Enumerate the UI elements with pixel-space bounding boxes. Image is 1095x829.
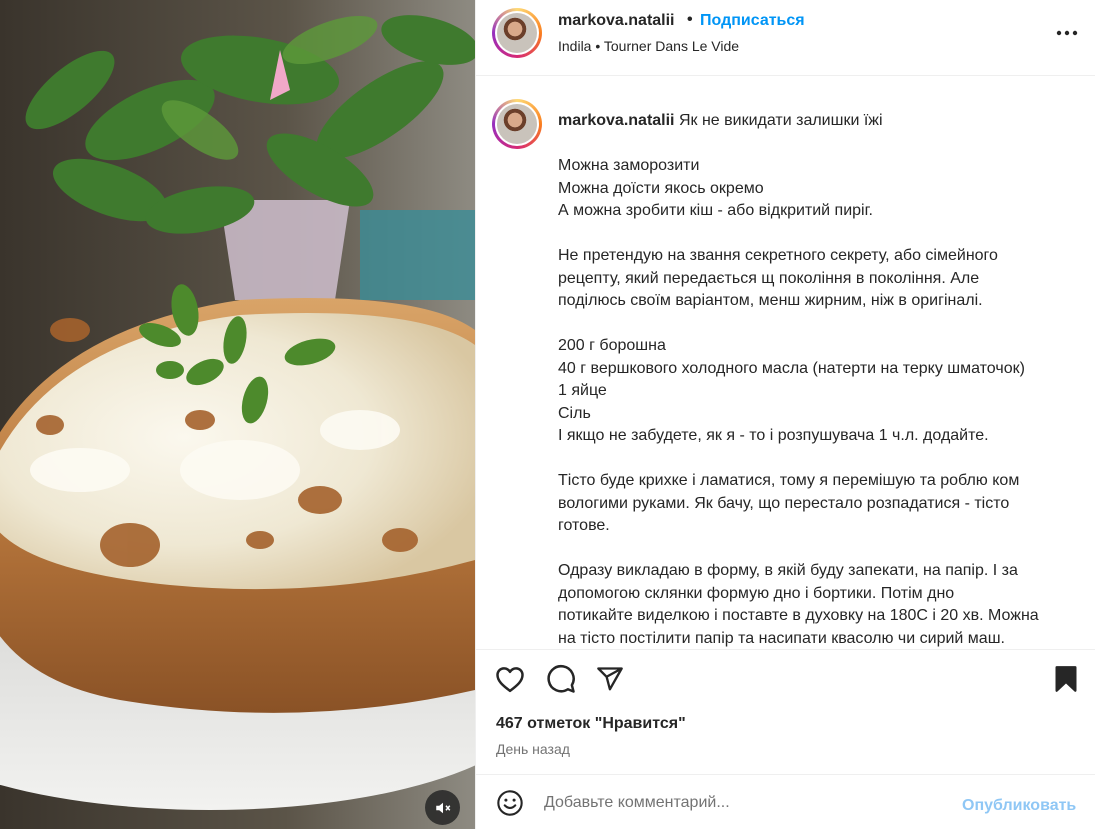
caption-line: Можна заморозити	[558, 157, 700, 174]
caption-line: А можна зробити кіш - або відкритий пирі…	[558, 202, 873, 219]
caption-line	[558, 448, 1078, 471]
caption-line: поділюсь своїм варіантом, менш жирним, н…	[558, 292, 983, 309]
post-details-panel: markova.natalii • Подписаться Indila • T…	[475, 0, 1095, 829]
caption-line: на тісто постілити папір та насипати ква…	[558, 629, 1005, 647]
post-media-video[interactable]	[0, 0, 475, 829]
caption-author-avatar[interactable]	[492, 99, 542, 149]
comment-button[interactable]	[545, 663, 577, 695]
caption-scroll-area[interactable]: markova.natalii Як не викидати залишки ї…	[476, 77, 1095, 649]
emoji-icon	[497, 790, 523, 816]
caption-line: 1 яйце	[558, 382, 607, 399]
share-icon	[597, 667, 623, 691]
caption-line: рецепту, який передається щ покоління в …	[558, 269, 980, 287]
publish-button[interactable]: Опубликовать	[962, 797, 1076, 815]
speaker-muted-icon	[435, 802, 450, 813]
like-button[interactable]	[494, 663, 526, 695]
caption-line: І якщо не забудете, як я - то і розпушув…	[558, 427, 989, 444]
caption-line: готове.	[558, 517, 610, 534]
caption-line: допомогою склянки формую дно і бортики. …	[558, 584, 955, 602]
save-button[interactable]	[1050, 663, 1082, 695]
comment-input[interactable]	[544, 789, 944, 817]
mute-button[interactable]	[425, 790, 460, 825]
caption-line: 200 г борошна	[558, 337, 666, 354]
caption-line: Можна доїсти якось окремо	[558, 179, 764, 197]
caption-line: 40 г вершкового холодного масла (натерти…	[558, 359, 1025, 377]
author-username[interactable]: markova.natalii	[558, 12, 675, 30]
caption-title: Як не викидати залишки їжі	[678, 112, 883, 129]
caption-username[interactable]: markova.natalii	[558, 112, 675, 129]
caption-line: потикайте виделкою і поставте в духовку …	[558, 607, 1039, 624]
quiche-photo	[0, 0, 475, 829]
caption-line: Тісто буде крихке і ламатися, тому я пер…	[558, 472, 1020, 489]
share-button[interactable]	[594, 663, 626, 695]
header-separator: •	[687, 11, 693, 28]
caption-line: Сіль	[558, 404, 591, 422]
comment-bar: Опубликовать	[476, 774, 1095, 829]
heart-icon	[496, 667, 524, 693]
caption-line: Одразу викладаю в форму, в якій буду зап…	[558, 562, 1018, 579]
post-caption: markova.natalii Як не викидати залишки ї…	[558, 110, 1078, 649]
post-header: markova.natalii • Подписаться Indila • T…	[476, 0, 1095, 76]
post-actions: 467 отметок "Нравится" День назад	[476, 649, 1095, 774]
emoji-button[interactable]	[496, 789, 524, 817]
author-avatar[interactable]	[492, 8, 542, 58]
caption-line	[558, 538, 1078, 561]
bookmark-icon	[1055, 666, 1077, 692]
more-options-button[interactable]	[1052, 22, 1082, 44]
audio-track-link[interactable]: Indila • Tourner Dans Le Vide	[558, 38, 739, 54]
caption-line: вологими руками. Як бачу, що перестало р…	[558, 494, 1010, 512]
likes-count[interactable]: 467 отметок "Нравится"	[496, 715, 686, 733]
follow-button[interactable]: Подписаться	[700, 12, 805, 30]
caption-line	[558, 313, 1078, 336]
caption-line	[558, 223, 1078, 246]
comment-icon	[547, 664, 575, 693]
caption-line	[558, 133, 1078, 156]
instagram-post: markova.natalii • Подписаться Indila • T…	[0, 0, 1095, 829]
caption-line: Не претендую на звання секретного секрет…	[558, 247, 998, 264]
more-horizontal-icon	[1056, 30, 1078, 36]
post-date: День назад	[496, 741, 570, 757]
